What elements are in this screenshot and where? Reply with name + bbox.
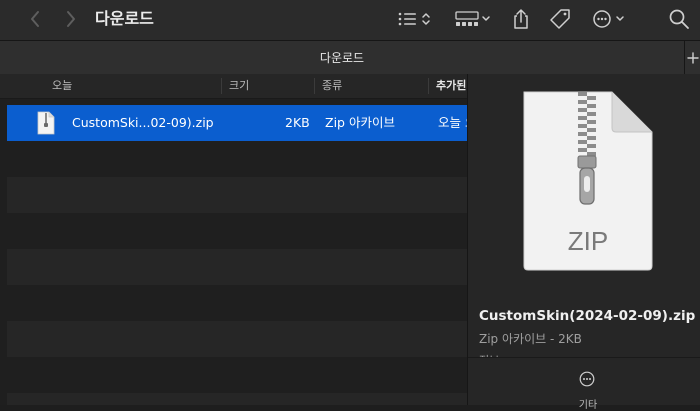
zip-document-icon: ZIP [523,91,653,271]
empty-row [7,177,467,213]
empty-row [7,393,467,405]
back-button[interactable] [24,8,46,30]
window-title: 다운로드 [95,9,154,28]
empty-row [7,285,467,321]
column-date-added[interactable]: 추가된 [436,74,466,98]
file-list: 오늘 크기 종류 추가된 CustomSki...02-09).zip 2KB … [0,74,467,405]
tag-icon [550,9,570,29]
new-tab-button[interactable] [684,41,700,75]
tab-downloads[interactable]: 다운로드 [0,41,684,75]
column-divider[interactable] [221,78,222,94]
column-divider[interactable] [428,78,429,94]
preview-kind-size: Zip 아카이브 - 2KB [479,332,582,346]
file-kind: Zip 아카이브 [325,115,395,130]
column-size[interactable]: 크기 [229,74,249,98]
column-name[interactable]: 오늘 [52,74,72,98]
more-label[interactable]: 기타 [568,396,608,411]
column-kind[interactable]: 종류 [322,74,342,98]
gallery-view-icon [455,11,490,26]
more-icon[interactable] [579,371,595,387]
search-button[interactable] [666,6,692,32]
empty-row [7,357,467,393]
share-icon [514,9,528,29]
empty-row [7,321,467,357]
chevron-right-icon [67,11,75,27]
list-view-icon [398,12,430,26]
zip-label: ZIP [568,226,608,256]
list-view-button[interactable] [396,8,436,30]
file-name: CustomSki...02-09).zip [72,115,214,130]
table-row[interactable]: CustomSki...02-09).zip 2KB Zip 아카이브 오늘 오 [7,105,467,141]
zip-file-icon [37,111,55,135]
plus-icon [687,52,699,64]
preview-file-name: CustomSkin(2024-02-09).zip [479,308,696,324]
empty-row [7,249,467,285]
file-date-added: 오늘 오 [438,115,467,130]
column-header: 오늘 크기 종류 추가된 [0,74,467,99]
toolbar: 다운로드 [0,0,700,40]
chevron-left-icon [31,11,39,27]
empty-row [7,141,467,177]
file-size: 2KB [285,115,310,130]
search-icon [669,9,689,29]
more-actions-button[interactable] [590,6,630,32]
more-icon [593,10,624,28]
tab-bar: 다운로드 [0,40,700,76]
gallery-view-button[interactable] [454,8,494,30]
empty-row [7,213,467,249]
share-button[interactable] [509,6,533,32]
forward-button[interactable] [60,8,82,30]
preview-pane: ZIP CustomSkin(2024-02-09).zip Zip 아카이브 … [467,74,700,411]
column-divider[interactable] [314,78,315,94]
tag-button[interactable] [546,6,574,32]
preview-actions: 기타 [468,358,700,411]
file-rows: CustomSki...02-09).zip 2KB Zip 아카이브 오늘 오 [7,105,467,405]
